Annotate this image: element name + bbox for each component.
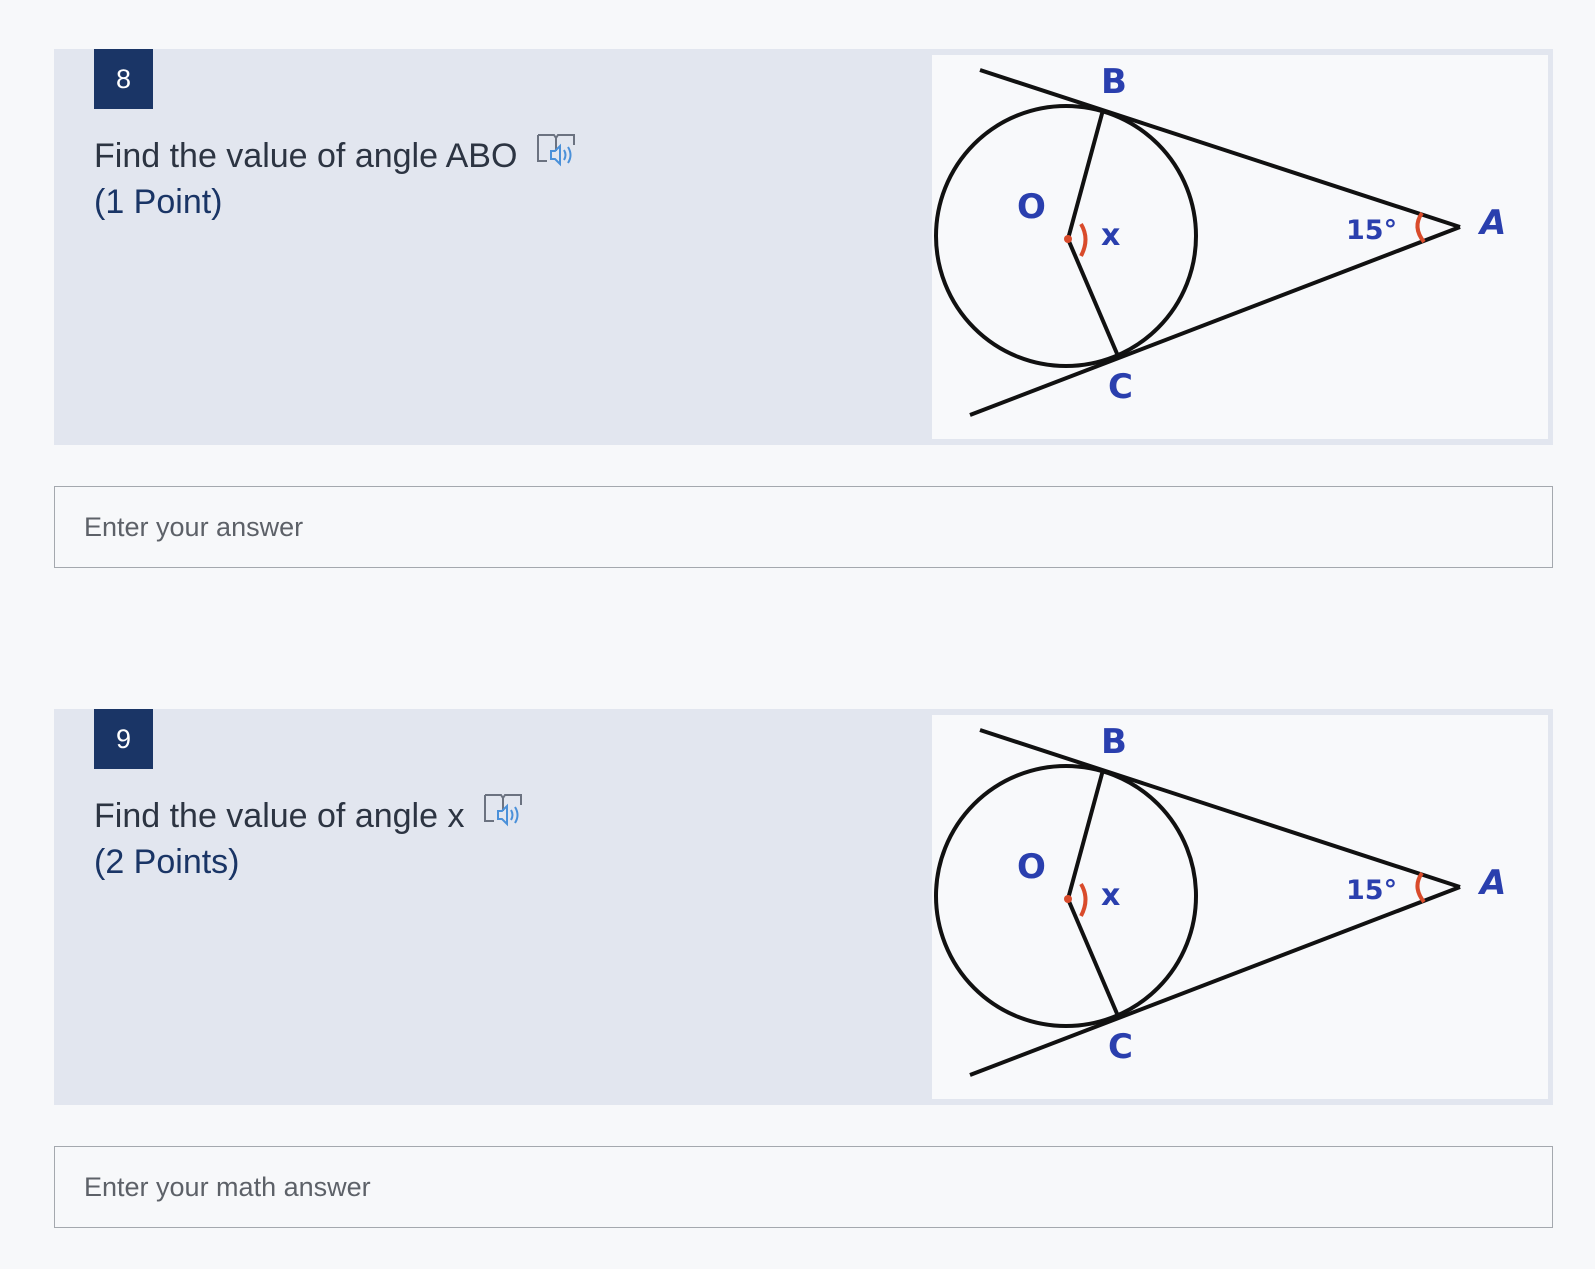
question-text: Find the value of angle ABO (1 Point) bbox=[94, 131, 577, 224]
label-b: B bbox=[1101, 722, 1127, 762]
immersive-reader-icon[interactable] bbox=[482, 791, 524, 840]
label-angle-15: 15° bbox=[1346, 875, 1397, 906]
question-figure: B O x 15° A C bbox=[932, 715, 1548, 1099]
immersive-reader-icon[interactable] bbox=[535, 131, 577, 180]
label-a: A bbox=[1477, 863, 1506, 903]
label-o: O bbox=[1017, 187, 1046, 227]
question-text: Find the value of angle x (2 Points) bbox=[94, 791, 524, 884]
question-prompt: Find the value of angle ABO bbox=[94, 136, 518, 175]
label-b: B bbox=[1101, 62, 1127, 102]
label-x: x bbox=[1101, 218, 1120, 253]
question-9: 9 Find the value of angle x (2 Points) B… bbox=[54, 709, 1553, 1105]
label-c: C bbox=[1108, 367, 1133, 407]
label-o: O bbox=[1017, 847, 1046, 887]
label-a: A bbox=[1477, 203, 1506, 243]
math-answer-input[interactable] bbox=[54, 1146, 1553, 1228]
answer-input[interactable] bbox=[54, 486, 1553, 568]
label-x: x bbox=[1101, 878, 1120, 913]
label-angle-15: 15° bbox=[1346, 215, 1397, 246]
question-number-badge: 9 bbox=[94, 709, 153, 769]
question-8: 8 Find the value of angle ABO (1 Point) bbox=[54, 49, 1553, 445]
question-points: (1 Point) bbox=[94, 183, 223, 221]
question-points: (2 Points) bbox=[94, 843, 240, 881]
question-figure: B O x 15° A C bbox=[932, 55, 1548, 439]
question-number-badge: 8 bbox=[94, 49, 153, 109]
label-c: C bbox=[1108, 1027, 1133, 1067]
question-prompt: Find the value of angle x bbox=[94, 796, 465, 835]
